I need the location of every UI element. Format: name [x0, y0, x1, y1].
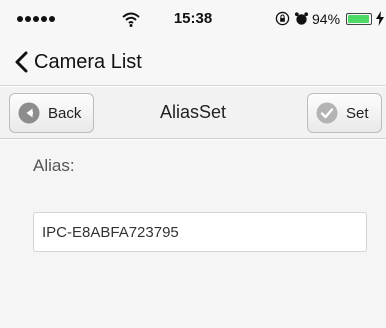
alias-form: Alias:	[0, 140, 386, 328]
battery-percent: 94%	[312, 11, 341, 27]
checkmark-circle-icon	[316, 102, 338, 124]
camera-list-label: Camera List	[34, 50, 142, 73]
alias-input[interactable]	[33, 212, 367, 252]
battery-level	[348, 15, 369, 23]
status-bar: 15:38 94%	[0, 0, 386, 38]
set-button-label: Set	[346, 104, 369, 122]
alarm-icon	[294, 12, 309, 25]
camera-list-back-link[interactable]: Camera List	[14, 46, 142, 78]
alias-label: Alias:	[33, 156, 75, 175]
chevron-left-icon	[15, 51, 28, 73]
set-button[interactable]: Set	[307, 93, 382, 133]
alias-toolbar: Back AliasSet Set	[0, 87, 386, 139]
battery-icon	[346, 13, 372, 25]
navigation-bar: Camera List	[0, 38, 386, 86]
rotation-lock-icon	[275, 11, 290, 26]
charging-icon	[376, 11, 384, 26]
